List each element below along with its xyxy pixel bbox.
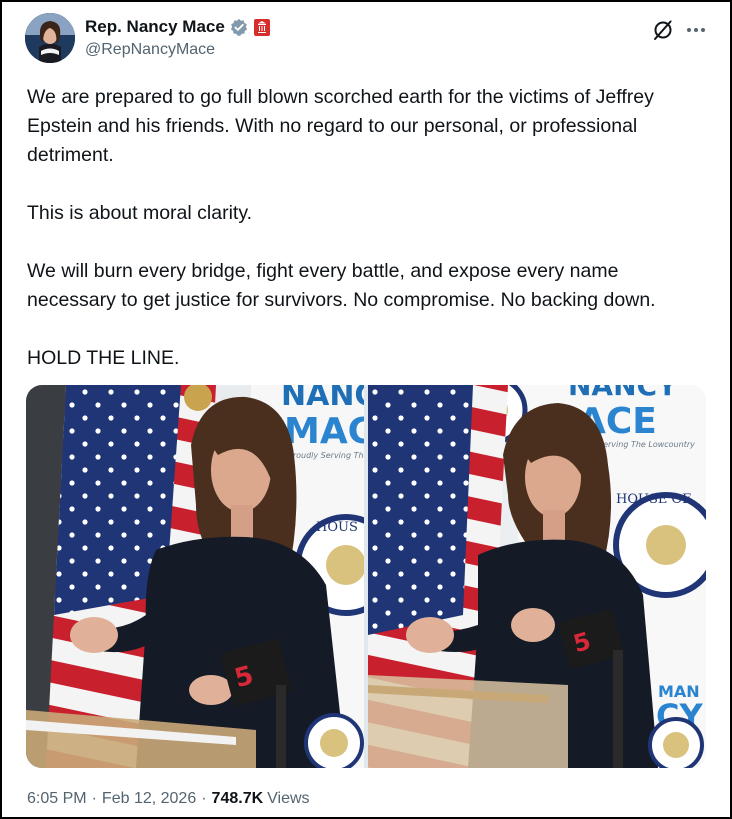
meta-separator: · [201, 790, 207, 807]
svg-text:HOUSE OF: HOUSE OF [616, 492, 691, 507]
tweet-card: Rep. Nancy Mace @RepNancyMace We are pre… [0, 0, 732, 819]
svg-text:NANCY: NANCY [568, 385, 678, 402]
meta-separator: · [91, 790, 97, 807]
name-row: Rep. Nancy Mace [85, 16, 271, 38]
author-handle[interactable]: @RepNancyMace [85, 41, 215, 59]
tweet-media-grid: NANC MAC Proudly Serving The HOUS [26, 385, 706, 768]
tweet-meta: 6:05 PM · Feb 12, 2026 · 748.7K Views [27, 790, 310, 808]
tweet-text: We are prepared to go full blown scorche… [27, 83, 711, 373]
tweet-paragraph: HOLD THE LINE. [27, 347, 180, 369]
verified-badge-icon[interactable] [229, 17, 249, 37]
media-photo-right[interactable]: NANCY ACE Serving The Lowcountry HOUSE O… [368, 385, 706, 768]
svg-text:HOUS: HOUS [316, 520, 358, 535]
grok-icon[interactable] [651, 18, 675, 42]
tweet-date[interactable]: Feb 12, 2026 [102, 790, 196, 808]
svg-text:MAC: MAC [284, 411, 364, 452]
views-label: Views [267, 790, 310, 807]
svg-text:NANC: NANC [281, 385, 364, 413]
avatar-image [25, 13, 75, 63]
author-display-name[interactable]: Rep. Nancy Mace [85, 17, 225, 37]
tweet-paragraph: We will burn every bridge, fight every b… [27, 260, 656, 311]
tweet-paragraph: We are prepared to go full blown scorche… [27, 86, 654, 166]
views-count[interactable]: 748.7K [212, 790, 264, 808]
us-government-badge-icon[interactable] [253, 18, 271, 37]
tweet-header: Rep. Nancy Mace @RepNancyMace [25, 13, 709, 65]
more-options-icon[interactable] [683, 18, 709, 42]
svg-text:Proudly Serving The: Proudly Serving The [288, 451, 364, 460]
svg-text:Serving The Lowcountry: Serving The Lowcountry [598, 440, 695, 449]
author-avatar[interactable] [25, 13, 75, 63]
media-photo-left[interactable]: NANC MAC Proudly Serving The HOUS [26, 385, 364, 768]
tweet-time[interactable]: 6:05 PM [27, 790, 87, 808]
tweet-paragraph: This is about moral clarity. [27, 202, 253, 224]
